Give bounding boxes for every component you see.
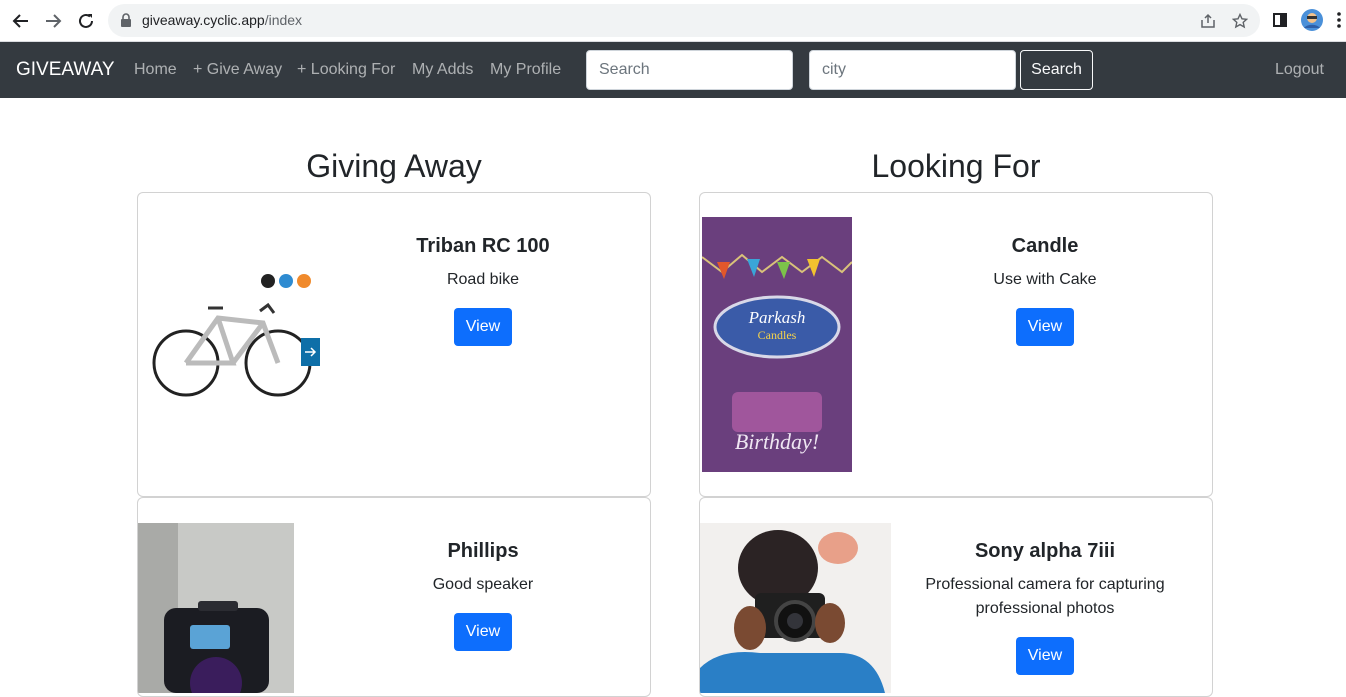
logout-link[interactable]: Logout bbox=[1275, 61, 1324, 79]
giving-away-heading: Giving Away bbox=[306, 148, 482, 184]
bookmark-star-icon[interactable] bbox=[1231, 12, 1249, 30]
search-input[interactable] bbox=[586, 50, 793, 90]
item-description: Road bike bbox=[446, 271, 520, 288]
forward-arrow-icon[interactable] bbox=[40, 8, 66, 34]
item-title: Sony alpha 7iii bbox=[974, 540, 1116, 562]
lock-icon bbox=[120, 13, 132, 32]
item-title: Phillips bbox=[447, 540, 519, 562]
giveaway-card: Phillips Good speaker View bbox=[137, 497, 651, 697]
looking-for-card: Sony alpha 7iii Professional camera for … bbox=[699, 497, 1213, 697]
candle-birthday-text: Birthday! bbox=[735, 429, 819, 454]
nav-link-my-profile[interactable]: My Profile bbox=[490, 61, 561, 79]
looking-for-card: Parkash Candles Birthday! Candle Use wit… bbox=[699, 192, 1213, 497]
nav-link-my-adds[interactable]: My Adds bbox=[412, 61, 473, 79]
item-description: Use with Cake bbox=[993, 271, 1097, 288]
reload-icon[interactable] bbox=[73, 8, 99, 34]
menu-dots-icon[interactable] bbox=[1333, 9, 1345, 31]
profile-avatar-icon[interactable] bbox=[1301, 9, 1323, 31]
nav-link-looking-for[interactable]: + Looking For bbox=[297, 61, 395, 79]
card-body: Triban RC 100 Road bike View bbox=[368, 235, 598, 346]
candle-brand-subtext: Candles bbox=[758, 328, 797, 342]
side-panel-icon[interactable] bbox=[1269, 9, 1291, 31]
brand-logo[interactable]: GIVEAWAY bbox=[16, 59, 115, 81]
candle-brand-text: Parkash bbox=[748, 308, 806, 327]
browser-toolbar: giveaway.cyclic.app/index bbox=[0, 0, 1346, 42]
view-button[interactable]: View bbox=[453, 613, 513, 651]
view-button[interactable]: View bbox=[453, 308, 513, 346]
nav-link-give-away[interactable]: + Give Away bbox=[193, 61, 282, 79]
back-arrow-icon[interactable] bbox=[8, 8, 34, 34]
card-body: Phillips Good speaker View bbox=[368, 540, 598, 651]
card-body: Sony alpha 7iii Professional camera for … bbox=[915, 540, 1175, 675]
share-icon[interactable] bbox=[1199, 12, 1217, 30]
item-image-bike bbox=[148, 263, 323, 438]
view-button[interactable]: View bbox=[1015, 637, 1075, 675]
view-button[interactable]: View bbox=[1015, 308, 1075, 346]
item-description: Good speaker bbox=[432, 576, 534, 593]
address-bar[interactable]: giveaway.cyclic.app/index bbox=[108, 4, 1260, 37]
item-description: Professional camera for capturing profes… bbox=[925, 576, 1165, 617]
item-image-camera bbox=[700, 523, 891, 693]
item-image-candle: Parkash Candles Birthday! bbox=[702, 217, 852, 472]
item-image-speaker bbox=[138, 523, 294, 693]
nav-link-home[interactable]: Home bbox=[134, 61, 177, 79]
city-input[interactable] bbox=[809, 50, 1016, 90]
url-text: giveaway.cyclic.app/index bbox=[142, 12, 303, 28]
giveaway-card: Triban RC 100 Road bike View bbox=[137, 192, 651, 497]
app-navbar: GIVEAWAY Home + Give Away + Looking For … bbox=[0, 42, 1346, 98]
item-title: Triban RC 100 bbox=[416, 235, 550, 257]
search-button[interactable]: Search bbox=[1020, 50, 1093, 90]
item-title: Candle bbox=[1011, 235, 1079, 257]
card-body: Candle Use with Cake View bbox=[930, 235, 1160, 346]
looking-for-heading: Looking For bbox=[871, 148, 1041, 184]
